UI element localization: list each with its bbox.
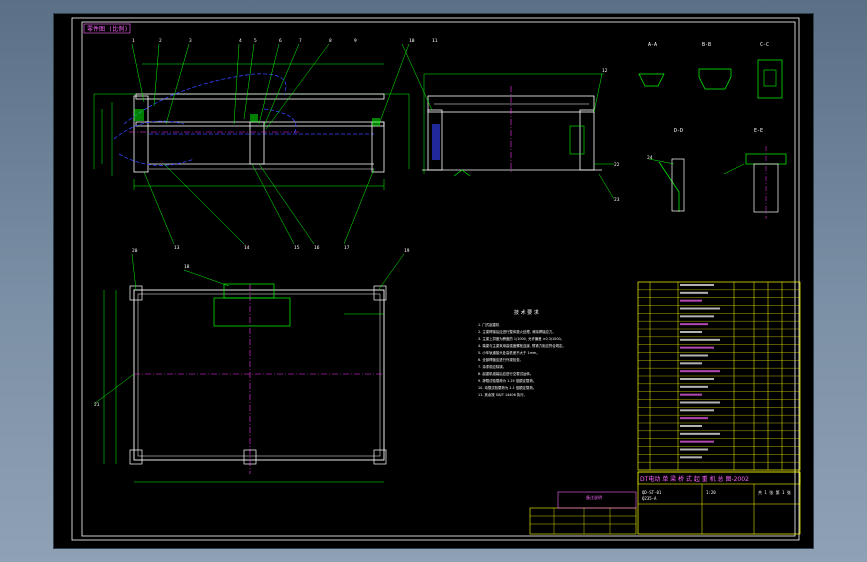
parts-list <box>637 281 801 471</box>
parts-list-row <box>680 401 720 404</box>
svg-text:C-C: C-C <box>760 42 769 48</box>
main-title: DT电动 单 梁 桥 式 起 重 机 总 图-2002 <box>640 475 749 483</box>
svg-text:6. 全部焊缝应进行外观检查。: 6. 全部焊缝应进行外观检查。 <box>478 357 523 362</box>
parts-list-row <box>680 338 720 341</box>
balloon-label: 3 <box>189 38 192 44</box>
tech-requirements: 技 术 要 求 1. 门式起重机 2. 主梁焊接后应进行整体退火处理, 消除焊接… <box>478 309 566 397</box>
balloon-label: 19 <box>404 248 410 254</box>
balloon-label: 6 <box>279 38 282 44</box>
svg-text:3. 主梁上拱度为跨度的 1/1000, 允许偏差 ±0.3: 3. 主梁上拱度为跨度的 1/1000, 允许偏差 ±0.3/1000。 <box>478 336 564 341</box>
balloon-label: 16 <box>314 245 320 251</box>
svg-text:11. 其余按 GB/T 14406 执行。: 11. 其余按 GB/T 14406 执行。 <box>478 392 527 397</box>
front-view <box>93 43 410 245</box>
parts-list-row <box>680 323 708 326</box>
parts-list-row <box>680 385 708 388</box>
parts-list-row <box>680 378 714 380</box>
parts-list-row <box>680 291 708 294</box>
svg-text:B-B: B-B <box>702 42 711 48</box>
balloon-label: 2 <box>159 38 162 44</box>
title-block: DT电动 单 梁 桥 式 起 重 机 总 图-2002 QD-ST-01 Q23… <box>529 471 801 535</box>
balloon-label: 18 <box>184 264 190 270</box>
parts-list-row <box>680 456 702 459</box>
balloon-label: 24 <box>647 155 653 161</box>
parts-list-row <box>680 409 714 412</box>
balloon-label: 10 <box>409 38 415 44</box>
svg-text:4. 端梁与主梁采用高强度螺栓连接, 预紧力矩应符合规定。: 4. 端梁与主梁采用高强度螺栓连接, 预紧力矩应符合规定。 <box>478 343 566 348</box>
balloon-label: 8 <box>329 38 332 44</box>
parts-list-row <box>680 440 714 443</box>
balloon-label: 22 <box>614 162 620 168</box>
svg-text:Q235-A: Q235-A <box>642 496 657 501</box>
parts-list-row <box>680 346 714 349</box>
plan-view <box>93 253 405 483</box>
title-tag: 零件图 (比例) <box>87 25 128 33</box>
parts-list-row <box>680 448 708 451</box>
notes-heading: 备注说明 <box>586 494 602 500</box>
parts-list-row <box>680 425 702 427</box>
balloon-label: 5 <box>254 38 257 44</box>
balloon-label: 14 <box>244 245 250 251</box>
balloon-label: 13 <box>174 245 180 251</box>
svg-text:QD-ST-01: QD-ST-01 <box>642 490 662 495</box>
svg-text:2. 主梁焊接后应进行整体退火处理, 消除焊接应力。: 2. 主梁焊接后应进行整体退火处理, 消除焊接应力。 <box>478 329 556 334</box>
parts-list-row <box>680 393 702 396</box>
balloon-label: 9 <box>354 38 357 44</box>
balloon-label: 15 <box>294 245 300 251</box>
balloon-label: 7 <box>299 38 302 44</box>
parts-list-row <box>680 299 702 302</box>
svg-text:7. 涂漆前应除锈。: 7. 涂漆前应除锈。 <box>478 364 506 369</box>
parts-list-row <box>680 354 708 357</box>
balloon-label: 11 <box>432 38 438 44</box>
svg-text:1:20: 1:20 <box>706 490 716 495</box>
engineering-drawing: 零件图 (比例) A-A B-B C-C D-D E-E 技 术 要 求 1. … <box>71 17 801 541</box>
balloon-label: 21 <box>94 402 100 408</box>
balloon-label: 23 <box>614 197 620 203</box>
balloon-label: 17 <box>344 245 350 251</box>
svg-text:共 1 张 第 1 张: 共 1 张 第 1 张 <box>758 489 791 495</box>
balloon-label: 12 <box>602 68 608 74</box>
cad-viewport[interactable]: 零件图 (比例) A-A B-B C-C D-D E-E 技 术 要 求 1. … <box>54 14 813 548</box>
svg-text:E-E: E-E <box>754 128 763 134</box>
balloon-label: 4 <box>239 38 242 44</box>
balloon-label: 20 <box>132 248 138 254</box>
parts-list-row <box>680 307 720 310</box>
parts-list-row <box>680 362 702 365</box>
side-view <box>401 43 615 200</box>
parts-list-row <box>680 370 720 373</box>
balloon-label: 1 <box>132 38 135 44</box>
parts-list-row <box>680 417 708 420</box>
parts-list-row <box>680 315 714 318</box>
svg-text:D-D: D-D <box>674 128 683 134</box>
parts-list-row <box>680 284 714 286</box>
section-details: A-A B-B C-C D-D E-E <box>638 42 787 219</box>
parts-list-row <box>680 331 702 333</box>
balloon-layer: 1 2 3 4 5 6 7 8 9 10 111213 14 15 16 1718192021222324 <box>94 38 653 408</box>
svg-text:A-A: A-A <box>648 42 657 48</box>
svg-text:9. 静载试验载荷为 1.25 倍额定载荷。: 9. 静载试验载荷为 1.25 倍额定载荷。 <box>478 378 536 383</box>
tech-requirements-heading: 技 术 要 求 <box>514 309 539 316</box>
svg-text:10. 动载试验载荷为 1.1 倍额定载荷。: 10. 动载试验载荷为 1.1 倍额定载荷。 <box>478 385 536 390</box>
svg-text:1. 门式起重机: 1. 门式起重机 <box>478 322 500 327</box>
svg-text:8. 起重机组装后应进行空载试运转。: 8. 起重机组装后应进行空载试运转。 <box>478 371 533 376</box>
svg-text:5. 小车轨道接头处高低差不大于 1mm。: 5. 小车轨道接头处高低差不大于 1mm。 <box>478 350 540 355</box>
parts-list-row <box>680 432 720 435</box>
